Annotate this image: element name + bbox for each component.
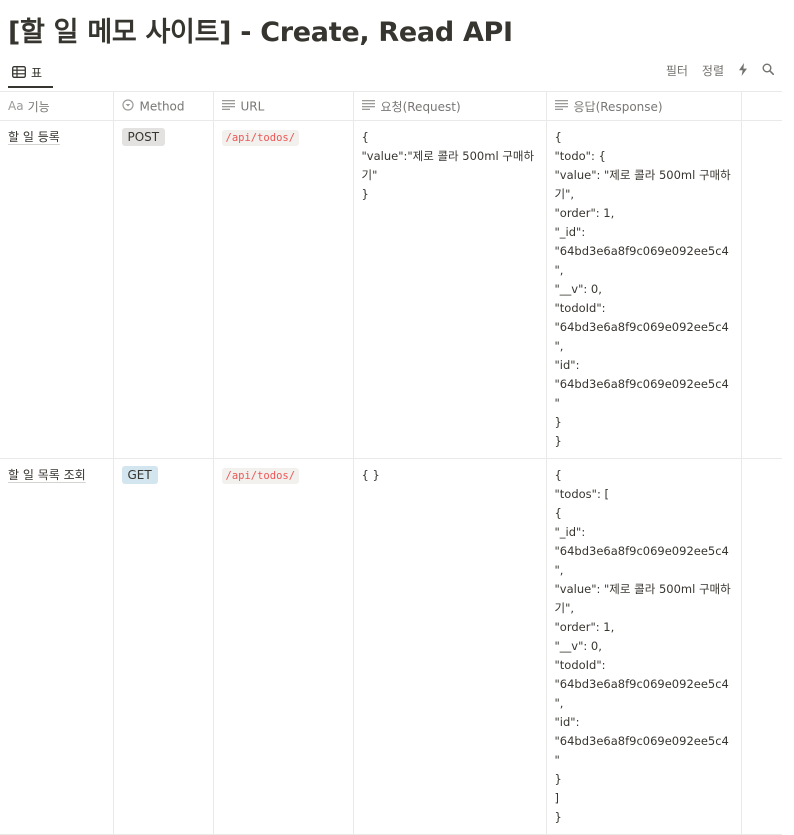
text-lines-icon bbox=[361, 100, 375, 110]
column-header-method[interactable]: Method bbox=[113, 92, 214, 121]
url-code: /api/todos/ bbox=[221, 130, 300, 146]
request-body: { } bbox=[361, 468, 380, 482]
tab-table-label: 표 bbox=[31, 65, 43, 80]
cell-feature[interactable]: 할 일 목록 조회 bbox=[0, 458, 114, 835]
sort-button[interactable]: 정렬 bbox=[702, 62, 724, 79]
select-icon bbox=[121, 98, 134, 111]
method-tag: POST bbox=[121, 128, 166, 146]
text-lines-icon bbox=[221, 100, 235, 111]
filter-button[interactable]: 필터 bbox=[666, 62, 688, 79]
column-header-url[interactable]: URL bbox=[213, 92, 354, 121]
response-body: { "todo": { "value": "제로 콜라 500ml 구매하기",… bbox=[554, 130, 731, 448]
search-icon bbox=[762, 63, 775, 76]
lightning-icon bbox=[739, 62, 747, 76]
column-label: 요청(Request) bbox=[380, 99, 461, 114]
cell-empty[interactable] bbox=[741, 120, 782, 459]
column-label: 응답(Response) bbox=[573, 99, 663, 114]
row-title[interactable]: 할 일 등록 bbox=[8, 130, 60, 144]
cell-empty[interactable] bbox=[741, 458, 782, 835]
cell-method[interactable]: GET bbox=[113, 458, 214, 835]
cell-request[interactable]: { } bbox=[353, 458, 547, 835]
cell-feature[interactable]: 할 일 등록 bbox=[0, 120, 114, 459]
response-body: { "todos": [ { "_id": "64bd3e6a8f9c069e0… bbox=[554, 468, 731, 824]
page-title: [할 일 메모 사이트] - Create, Read API bbox=[8, 17, 513, 48]
column-header-response[interactable]: 응답(Response) bbox=[546, 92, 742, 121]
cell-url[interactable]: /api/todos/ bbox=[213, 458, 354, 835]
cell-response[interactable]: { "todo": { "value": "제로 콜라 500ml 구매하기",… bbox=[546, 120, 742, 459]
automation-button[interactable] bbox=[738, 62, 748, 79]
text-lines-icon bbox=[554, 100, 568, 110]
column-header-feature[interactable]: Aa 기능 bbox=[0, 92, 114, 121]
cell-response[interactable]: { "todos": [ { "_id": "64bd3e6a8f9c069e0… bbox=[546, 458, 742, 835]
method-tag: GET bbox=[121, 466, 158, 484]
table-header-row: Aa 기능 Method URL 요청(Request) 응답(Response… bbox=[0, 92, 782, 121]
view-toolbar: 표 필터 정렬 bbox=[0, 58, 794, 90]
title-type-icon: Aa bbox=[8, 99, 24, 113]
url-code: /api/todos/ bbox=[221, 468, 300, 484]
request-body: { "value":"제로 콜라 500ml 구매하기" } bbox=[361, 130, 535, 201]
table-row: 할 일 목록 조회 GET /api/todos/ { } { "todos":… bbox=[0, 458, 782, 835]
search-button[interactable] bbox=[762, 63, 775, 78]
cell-url[interactable]: /api/todos/ bbox=[213, 120, 354, 459]
column-header-request[interactable]: 요청(Request) bbox=[353, 92, 547, 121]
column-header-add[interactable] bbox=[741, 92, 782, 121]
cell-method[interactable]: POST bbox=[113, 120, 214, 459]
tab-table-view[interactable]: 표 bbox=[8, 58, 53, 88]
column-label: 기능 bbox=[27, 99, 50, 114]
column-label: URL bbox=[240, 99, 265, 114]
column-label: Method bbox=[139, 99, 185, 113]
api-table: Aa 기능 Method URL 요청(Request) 응답(Response… bbox=[0, 92, 782, 835]
table-row: 할 일 등록 POST /api/todos/ { "value":"제로 콜라… bbox=[0, 120, 782, 459]
cell-request[interactable]: { "value":"제로 콜라 500ml 구매하기" } bbox=[353, 120, 547, 459]
row-title[interactable]: 할 일 목록 조회 bbox=[8, 468, 86, 482]
table-icon bbox=[12, 66, 26, 78]
